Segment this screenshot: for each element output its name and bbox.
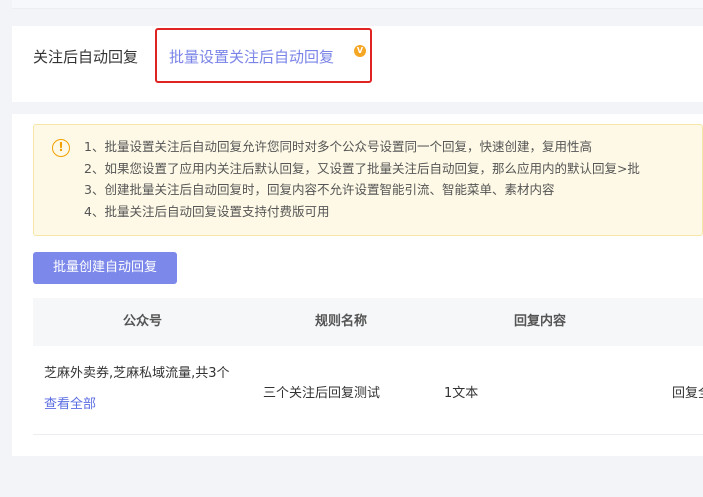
notice-line: 2、如果您设置了应用内关注后默认回复，又设置了批量关注后自动回复，那么应用内的默… bbox=[84, 160, 640, 176]
rule-name: 三个关注后回复测试 bbox=[263, 386, 381, 401]
column-header-rule-name: 规则名称 bbox=[315, 314, 368, 329]
table-header: 公众号 规则名称 回复内容 bbox=[33, 298, 703, 346]
notice-lines: 1、批量设置关注后自动回复允许您同时对多个公众号设置同一个回复，快速创建，复用性… bbox=[84, 136, 702, 222]
notice-line: 1、批量设置关注后自动回复允许您同时对多个公众号设置同一个回复，快速创建，复用性… bbox=[84, 139, 592, 154]
top-band bbox=[12, 0, 703, 9]
notice-box: ! 1、批量设置关注后自动回复允许您同时对多个公众号设置同一个回复，快速创建，复… bbox=[33, 124, 703, 236]
tab-auto-reply[interactable]: 关注后自动回复 bbox=[33, 46, 138, 67]
notice-line: 3、创建批量关注后自动回复时，回复内容不允许设置智能引流、智能菜单、素材内容 bbox=[84, 182, 555, 197]
main-panel: ! 1、批量设置关注后自动回复允许您同时对多个公众号设置同一个回复，快速创建，复… bbox=[12, 114, 703, 456]
reply-type-truncated: 回复全 bbox=[672, 386, 703, 401]
reply-content: 1文本 bbox=[444, 386, 479, 401]
warning-icon: ! bbox=[52, 139, 70, 157]
column-header-account: 公众号 bbox=[123, 314, 163, 329]
view-all-link[interactable]: 查看全部 bbox=[44, 393, 96, 412]
rules-table: 公众号 规则名称 回复内容 芝麻外卖券,芝麻私域流量,共3个 查看全部 三个关注… bbox=[33, 298, 703, 435]
column-header-reply-content: 回复内容 bbox=[514, 314, 567, 329]
highlight-box bbox=[155, 28, 372, 83]
account-names: 芝麻外卖券,芝麻私域流量,共3个 bbox=[44, 366, 230, 381]
batch-create-button[interactable]: 批量创建自动回复 bbox=[33, 252, 177, 284]
notice-line: 4、批量关注后自动回复设置支持付费版可用 bbox=[84, 203, 330, 219]
table-row: 芝麻外卖券,芝麻私域流量,共3个 查看全部 三个关注后回复测试 1文本 回复全 bbox=[33, 346, 703, 435]
